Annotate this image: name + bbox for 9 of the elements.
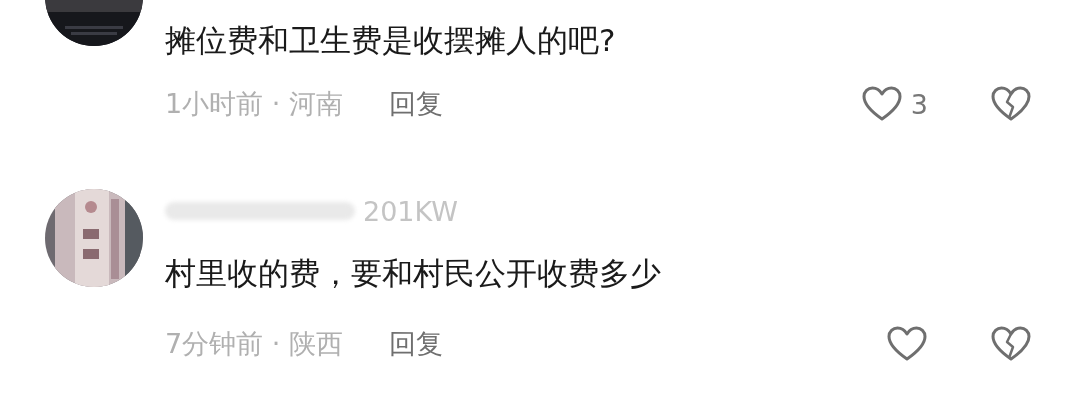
- like-count: 3: [910, 88, 928, 120]
- comment-info: 1小时前 · 河南: [165, 87, 343, 121]
- comment-text: 摊位费和卫生费是收摆摊人的吧?: [165, 21, 617, 60]
- comment-info: 7分钟前 · 陕西: [165, 327, 343, 361]
- reply-button[interactable]: 回复: [388, 86, 443, 122]
- comment-text: 村里收的费，要和村民公开收费多少: [165, 254, 662, 293]
- like-button[interactable]: 3: [838, 84, 928, 124]
- reply-button[interactable]: 回复: [388, 326, 443, 362]
- username: 201KW: [363, 195, 458, 227]
